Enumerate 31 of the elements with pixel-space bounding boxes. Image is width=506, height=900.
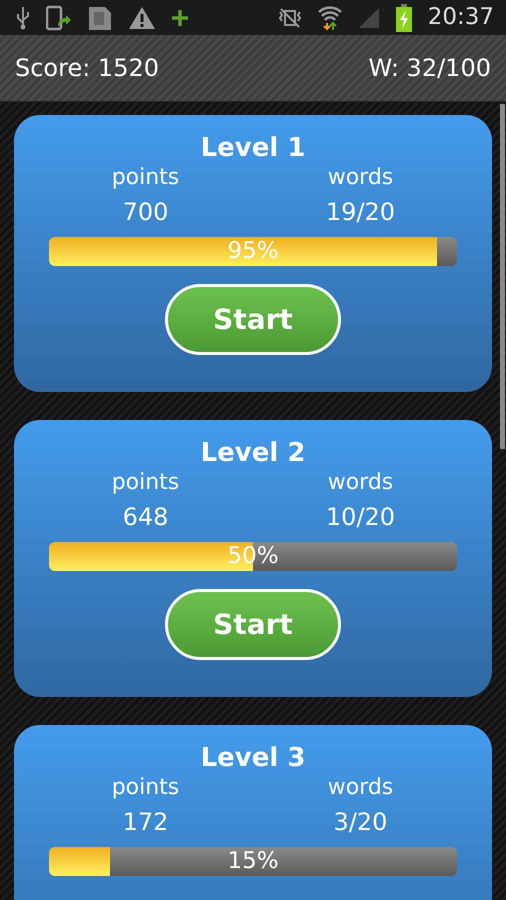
points-value: 172 bbox=[122, 808, 168, 836]
level-title: Level 3 bbox=[200, 743, 306, 774]
vibrate-mute-icon bbox=[278, 8, 302, 28]
progress-percent: 95% bbox=[227, 237, 279, 266]
words-count-text: W: 32/100 bbox=[368, 53, 491, 84]
words-label: words bbox=[328, 775, 394, 800]
wifi-icon bbox=[318, 4, 342, 30]
warning-icon bbox=[128, 6, 156, 30]
signal-icon bbox=[358, 6, 380, 28]
phone-arrow-icon bbox=[46, 4, 72, 30]
points-label: points bbox=[112, 470, 180, 496]
words-value: 19/20 bbox=[326, 198, 396, 226]
words-value: 3/20 bbox=[334, 808, 388, 836]
level-title: Level 1 bbox=[200, 133, 306, 164]
words-label: words bbox=[328, 165, 394, 190]
battery-charging-icon bbox=[396, 4, 412, 32]
level-title: Level 2 bbox=[200, 438, 306, 470]
words-value: 10/20 bbox=[326, 502, 396, 531]
plus-icon bbox=[172, 10, 188, 26]
score-text: Score: 1520 bbox=[15, 53, 160, 84]
words-label: words bbox=[328, 470, 394, 496]
points-label: points bbox=[112, 775, 180, 800]
status-time: 20:37 bbox=[428, 6, 494, 29]
sd-card-icon bbox=[88, 4, 112, 30]
start-button[interactable]: Start bbox=[165, 284, 341, 356]
progress-percent: 15% bbox=[227, 847, 279, 876]
points-value: 700 bbox=[122, 198, 168, 226]
usb-icon bbox=[16, 6, 30, 30]
points-label: points bbox=[112, 165, 180, 190]
start-button[interactable]: Start bbox=[165, 589, 341, 660]
points-value: 648 bbox=[122, 502, 168, 531]
